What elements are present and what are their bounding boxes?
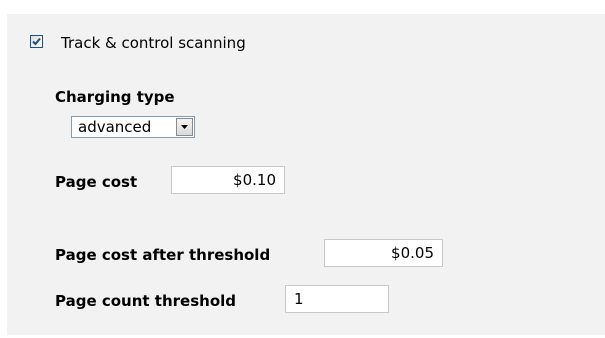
charging-type-value: advanced [78,118,152,136]
track-scanning-label[interactable]: Track & control scanning [61,34,246,52]
page-cost-input[interactable]: $0.10 [171,166,285,194]
charging-type-select[interactable]: advanced [71,116,195,138]
page-cost-after-threshold-input[interactable]: $0.05 [324,239,443,267]
page-count-threshold-input[interactable]: 1 [285,285,389,313]
page-cost-after-threshold-label: Page cost after threshold [55,246,271,264]
checkmark-icon [32,37,41,46]
dropdown-button[interactable] [176,118,193,136]
page-cost-label: Page cost [55,173,138,191]
track-scanning-checkbox[interactable] [30,35,43,48]
charging-type-label: Charging type [55,88,175,106]
page-count-threshold-label: Page count threshold [55,292,237,310]
scanning-settings-panel: Track & control scanning Charging type a… [7,14,605,335]
chevron-down-icon [181,125,188,129]
